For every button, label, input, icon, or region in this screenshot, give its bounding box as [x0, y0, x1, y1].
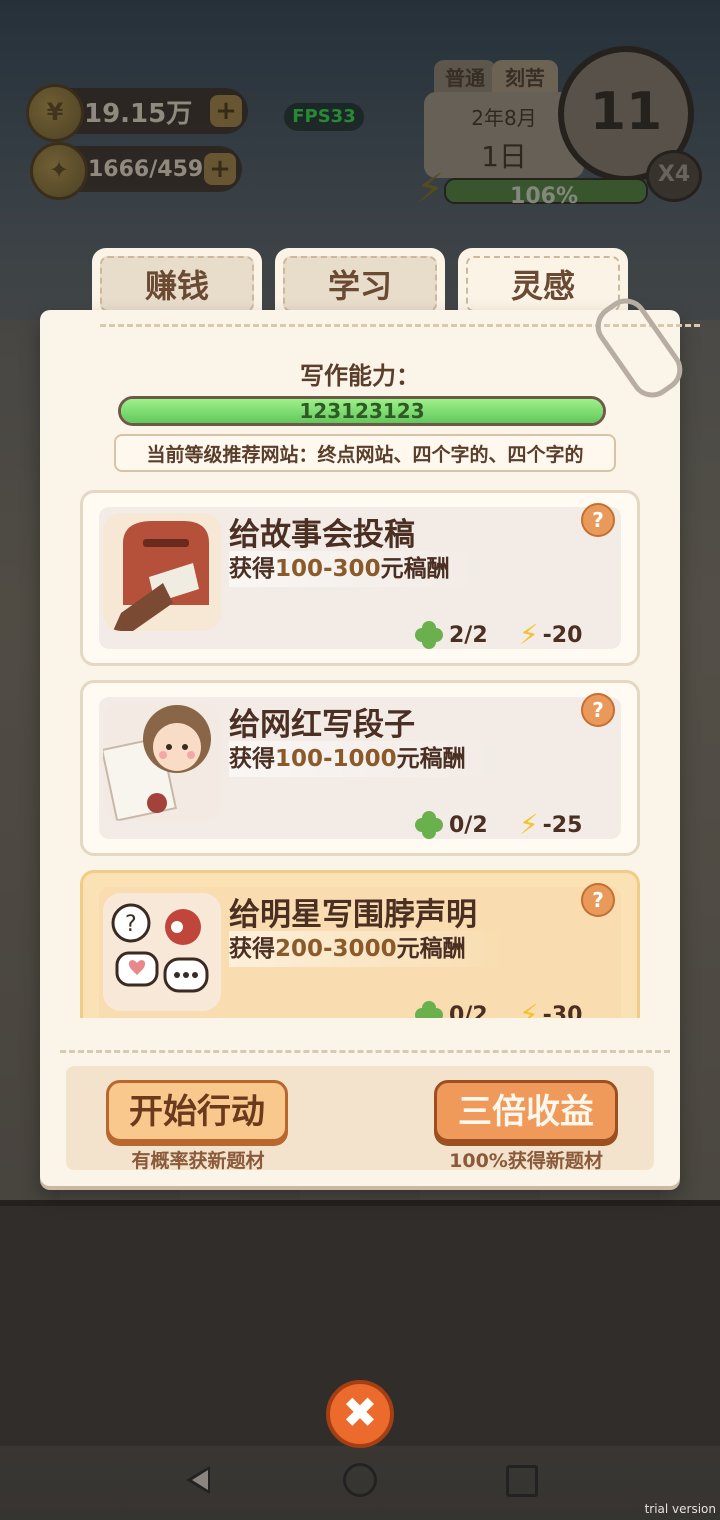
- recent-apps-icon[interactable]: [506, 1465, 538, 1497]
- task-title: 给明星写围脖声明: [229, 897, 477, 933]
- panel-divider-bottom: [60, 1050, 670, 1053]
- help-icon[interactable]: ?: [581, 883, 615, 917]
- tab-study-label: 学习: [283, 256, 437, 312]
- task-card-celebrity-statement[interactable]: ? 给明星写围脖声明 获得200-3000元稿酬 ? 0/2 ⚡ -30: [80, 870, 640, 1018]
- reward-prefix: 获得: [229, 746, 275, 772]
- task-reward: 获得100-1000元稿酬: [229, 741, 506, 777]
- luck-value: 0/2: [449, 1002, 488, 1019]
- recommended-sites: 当前等级推荐网站：终点网站、四个字的、四个字的: [114, 434, 616, 472]
- ability-value: 123123123: [299, 399, 425, 423]
- lightning-icon: ⚡: [519, 998, 539, 1019]
- reward-suffix: 元稿酬: [380, 556, 450, 582]
- luck-count: 0/2: [415, 811, 488, 839]
- luck-value: 2/2: [449, 622, 488, 648]
- reward-prefix: 获得: [229, 556, 275, 582]
- trial-watermark: trial version: [644, 1502, 716, 1516]
- start-action-button[interactable]: 开始行动: [106, 1080, 288, 1142]
- cost-value: -30: [542, 1002, 583, 1019]
- svg-text:?: ?: [125, 912, 137, 937]
- reward-range: 100-1000: [275, 746, 397, 772]
- influencer-icon: [103, 703, 221, 821]
- ability-label: 写作能力：: [300, 362, 420, 390]
- tab-inspiration-label: 灵感: [466, 256, 620, 312]
- lightning-icon: ⚡: [519, 808, 539, 841]
- lightning-icon: ⚡: [519, 618, 539, 651]
- triple-reward-subtitle: 100%获得新题材: [449, 1150, 603, 1172]
- reward-range: 100-300: [275, 556, 381, 582]
- help-icon[interactable]: ?: [581, 503, 615, 537]
- task-title: 给网红写段子: [229, 707, 415, 743]
- cost-value: -20: [542, 622, 583, 648]
- tab-earn-money-label: 赚钱: [100, 256, 254, 312]
- task-card-story-submission[interactable]: 给故事会投稿 获得100-300元稿酬 ? 2/2 ⚡ -20: [80, 490, 640, 666]
- clover-icon: [415, 621, 443, 649]
- luck-count: 2/2: [415, 621, 488, 649]
- triple-reward-button[interactable]: 三倍收益: [434, 1080, 618, 1142]
- energy-cost: ⚡ -30: [519, 998, 583, 1019]
- clover-icon: [415, 1001, 443, 1018]
- task-list[interactable]: 给故事会投稿 获得100-300元稿酬 ? 2/2 ⚡ -20 给网红写段子 获…: [80, 488, 640, 1018]
- help-icon[interactable]: ?: [581, 693, 615, 727]
- task-reward: 获得100-300元稿酬: [229, 551, 490, 587]
- task-title: 给故事会投稿: [229, 517, 415, 553]
- start-action-subtitle: 有概率获新题材: [131, 1150, 265, 1172]
- back-icon[interactable]: [186, 1466, 210, 1494]
- luck-count: 0/2: [415, 1001, 488, 1018]
- reward-range: 200-3000: [275, 936, 397, 962]
- energy-cost: ⚡ -20: [519, 621, 582, 649]
- reward-suffix: 元稿酬: [396, 746, 466, 772]
- home-icon[interactable]: [343, 1463, 377, 1497]
- speech-bubbles-icon: ?: [103, 893, 221, 1011]
- reward-suffix: 元稿酬: [396, 936, 466, 962]
- task-reward: 获得200-3000元稿酬: [229, 931, 506, 967]
- energy-cost: ⚡ -25: [519, 811, 582, 839]
- android-navigation-bar: [0, 1438, 720, 1520]
- cost-value: -25: [542, 812, 583, 838]
- mailbox-icon: [103, 513, 221, 631]
- task-card-influencer-jokes[interactable]: 给网红写段子 获得100-1000元稿酬 ? 0/2 ⚡ -25: [80, 680, 640, 856]
- clover-icon: [415, 811, 443, 839]
- luck-value: 0/2: [449, 812, 488, 838]
- reward-prefix: 获得: [229, 936, 275, 962]
